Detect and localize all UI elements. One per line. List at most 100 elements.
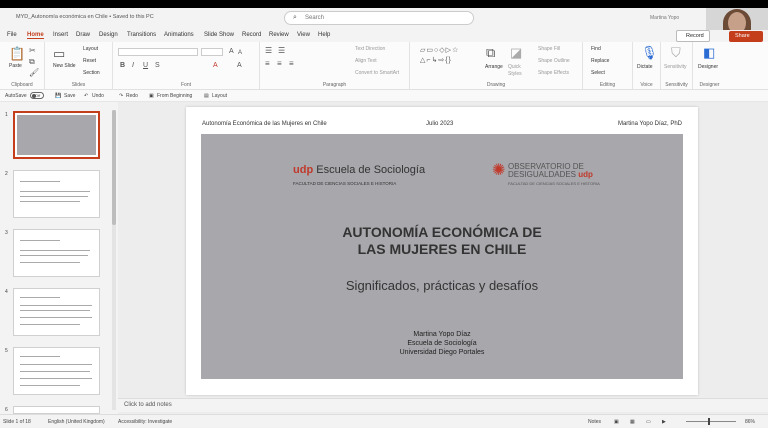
text-direction-button[interactable]: Text Direction [355,46,385,52]
quick-styles-button[interactable]: Quick Styles [508,64,528,78]
thumbnail-preview [17,115,96,155]
slide-title-panel: udp Escuela de Sociología FACULTAD DE CI… [201,134,683,379]
redo-button[interactable]: Redo [126,93,138,99]
arrange-button[interactable]: Arrange [485,64,503,70]
align-left-icon[interactable]: ≡ [265,60,270,68]
save-button[interactable]: Save [64,93,75,99]
from-beginning-icon[interactable]: ▣ [149,93,154,99]
slide-thumbnail-6[interactable] [13,406,100,414]
zoom-slider[interactable] [686,418,736,425]
language-indicator[interactable]: English (United Kingdom) [48,419,105,425]
undo-button[interactable]: Undo [92,93,104,99]
redo-icon[interactable]: ↷ [119,93,123,99]
sensitivity-icon: ⛉ [671,45,681,60]
tab-review[interactable]: Review [269,32,289,38]
undo-icon[interactable]: ↶ [84,93,88,99]
slides-group: ▭ New Slide Layout Reset Section Slides [45,42,113,90]
search-input[interactable]: ⌕ Search [284,11,474,25]
reading-view-icon[interactable]: ▭ [646,419,651,425]
designer-icon: ◧ [703,45,716,60]
shape-fill-button[interactable]: Shape Fill [538,46,560,52]
underline-icon[interactable]: U [143,62,148,70]
save-icon[interactable]: 💾 [55,93,61,99]
italic-icon[interactable]: I [132,62,134,70]
thumb-number: 1 [5,112,8,118]
autosave-label: AutoSave [5,93,27,99]
align-center-icon[interactable]: ≡ [277,60,282,68]
bullets-icon[interactable]: ☰ [265,47,272,55]
tab-draw[interactable]: Draw [76,32,90,38]
normal-view-icon[interactable]: ▣ [614,419,619,425]
slide-thumbnail-4[interactable] [13,288,100,336]
slide-canvas[interactable]: Autonomía Económica de las Mujeres en Ch… [186,107,698,395]
zoom-level[interactable]: 86% [745,419,755,425]
increase-font-icon[interactable]: A [229,48,234,56]
slide-thumbnail-1[interactable] [13,111,100,159]
udp-faculty: FACULTAD DE CIENCIAS SOCIALES E HISTORIA [293,181,397,186]
layout-qat-button[interactable]: Layout [212,93,227,99]
author-school: Escuela de Sociología [407,340,477,347]
numbering-icon[interactable]: ☰ [278,47,285,55]
scrollbar-handle[interactable] [112,110,116,225]
shape-effects-button[interactable]: Shape Effects [538,70,569,76]
slide-header-right: Martina Yopo Díaz, PhD [617,121,682,127]
layout-icon[interactable]: ▤ [204,93,209,99]
new-slide-button[interactable]: New Slide [53,63,76,69]
find-button[interactable]: Find [591,46,601,52]
layout-button[interactable]: Layout [83,46,98,52]
tab-animations[interactable]: Animations [164,32,194,38]
thumbnails-scrollbar[interactable] [112,110,116,410]
section-button[interactable]: Section [83,70,100,76]
tab-record[interactable]: Record [242,32,261,38]
font-family-select[interactable] [118,48,198,56]
autosave-state: Off [35,93,41,98]
shapes-gallery-row2[interactable]: △⌐↳⇨{} [420,57,452,65]
font-size-select[interactable] [201,48,223,56]
record-button[interactable]: Record [676,30,710,42]
user-name[interactable]: Martina Yopo [650,15,679,21]
notes-toggle[interactable]: Notes [588,419,601,425]
dictate-button[interactable]: Dictate [637,64,653,70]
tab-transitions[interactable]: Transitions [127,32,156,38]
sensitivity-button[interactable]: Sensitivity [664,64,687,70]
voice-group: 🎙 Dictate Voice [633,42,661,90]
designer-button[interactable]: Designer [698,64,718,70]
paste-button[interactable]: Paste [9,63,22,69]
designer-group: ◧ Designer Designer [698,45,720,88]
format-painter-icon[interactable]: 🖌 [29,69,39,77]
accessibility-check[interactable]: Accessibility: Investigate [118,419,172,425]
strikethrough-icon[interactable]: S [155,62,160,70]
reset-button[interactable]: Reset [83,58,96,64]
tab-slide-show[interactable]: Slide Show [204,32,234,38]
highlight-icon[interactable]: A [237,62,242,70]
tab-view[interactable]: View [297,32,310,38]
slide-sorter-icon[interactable]: ▦ [630,419,635,425]
align-right-icon[interactable]: ≡ [289,60,294,68]
cut-icon[interactable]: ✂ [29,47,36,55]
quick-access-toolbar: AutoSave Off 💾 Save ↶ Undo ↷ Redo ▣ From… [0,90,768,102]
replace-button[interactable]: Replace [591,58,609,64]
font-color-icon[interactable]: A [213,62,218,70]
from-beginning-button[interactable]: From Beginning [157,93,192,99]
slideshow-view-icon[interactable]: ▶ [662,419,666,425]
align-text-button[interactable]: Align Text [355,58,377,64]
bold-icon[interactable]: B [120,62,125,70]
tab-insert[interactable]: Insert [53,32,68,38]
tab-help[interactable]: Help [318,32,330,38]
copy-icon[interactable]: ⧉ [29,58,35,66]
share-button[interactable]: Share [729,31,763,42]
slide-thumbnail-2[interactable] [13,170,100,218]
tab-home[interactable]: Home [27,32,44,39]
slide-thumbnail-3[interactable] [13,229,100,277]
tab-file[interactable]: File [7,32,17,38]
slide-thumbnail-5[interactable] [13,347,100,395]
new-slide-icon: ▭ [53,46,66,61]
tab-design[interactable]: Design [99,32,118,38]
thumb-number: 5 [5,348,8,354]
shape-outline-button[interactable]: Shape Outline [538,58,570,64]
select-button[interactable]: Select [591,70,605,76]
decrease-font-icon[interactable]: A [238,49,242,57]
notes-pane[interactable]: Click to add notes [118,398,768,412]
smartart-button[interactable]: Convert to SmartArt [355,70,399,76]
shapes-gallery-icon[interactable]: ▱▭○◇▷☆ [420,47,459,55]
